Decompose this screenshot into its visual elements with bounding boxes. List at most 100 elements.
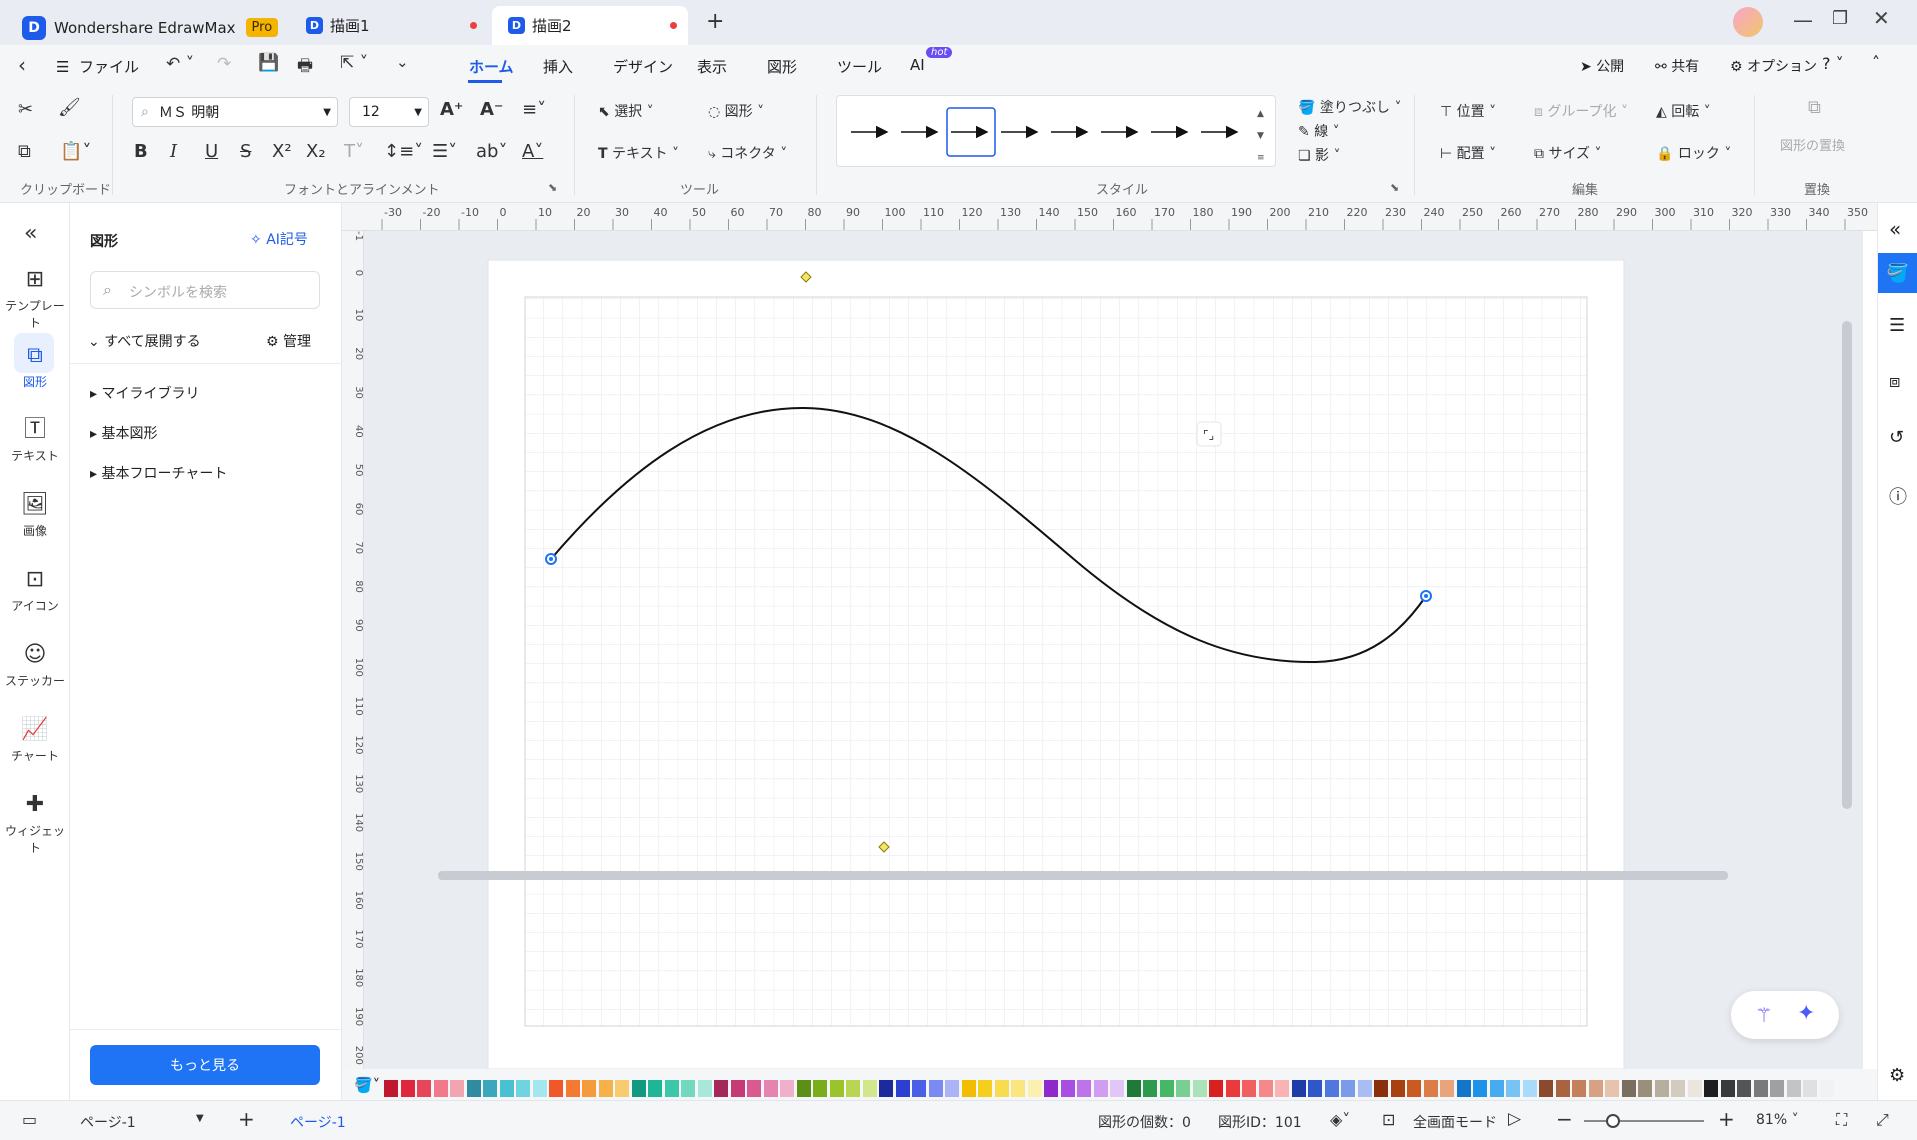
menu-design[interactable]: デザイン bbox=[613, 56, 673, 77]
color-swatch[interactable] bbox=[1324, 1080, 1339, 1097]
color-swatch[interactable] bbox=[796, 1080, 811, 1097]
color-swatch[interactable] bbox=[1687, 1080, 1702, 1097]
size-button[interactable]: ⧉ サイズ ˅ bbox=[1534, 143, 1602, 163]
color-swatch[interactable] bbox=[1588, 1080, 1603, 1097]
text-case-icon[interactable]: T˅ bbox=[344, 141, 364, 162]
color-swatch[interactable] bbox=[763, 1080, 778, 1097]
fill-bucket-icon[interactable]: 🪣˅ bbox=[354, 1076, 380, 1094]
color-swatch[interactable] bbox=[400, 1080, 415, 1097]
color-swatch[interactable] bbox=[1786, 1080, 1801, 1097]
color-swatch[interactable] bbox=[532, 1080, 547, 1097]
color-swatch[interactable] bbox=[1456, 1080, 1471, 1097]
zoom-slider[interactable] bbox=[1584, 1120, 1704, 1122]
color-swatch[interactable] bbox=[1258, 1080, 1273, 1097]
color-swatch[interactable] bbox=[516, 1080, 530, 1097]
sidebar-item-widget[interactable]: ✚ ウィジェット bbox=[0, 792, 70, 856]
copy-icon[interactable]: ⧉ bbox=[18, 141, 31, 162]
settings-gear-icon[interactable]: ⚙ bbox=[1889, 1065, 1905, 1086]
color-swatch[interactable] bbox=[1737, 1080, 1751, 1097]
color-swatch[interactable] bbox=[1027, 1080, 1042, 1097]
color-swatch[interactable] bbox=[1192, 1080, 1207, 1097]
color-swatch[interactable] bbox=[1060, 1080, 1075, 1097]
color-swatch[interactable] bbox=[1819, 1080, 1834, 1097]
color-swatch[interactable] bbox=[549, 1080, 563, 1097]
close-icon[interactable]: ✕ bbox=[1873, 6, 1890, 30]
collapse-ribbon-icon[interactable]: ˄ bbox=[1872, 53, 1880, 72]
color-swatch[interactable] bbox=[1605, 1080, 1619, 1097]
underline-icon[interactable]: U bbox=[205, 141, 218, 162]
color-swatch[interactable] bbox=[1555, 1080, 1570, 1097]
color-swatch[interactable] bbox=[1473, 1080, 1487, 1097]
tab-drawing-2[interactable]: D 描画2 bbox=[492, 6, 688, 45]
zoom-in-icon[interactable]: + bbox=[1718, 1107, 1735, 1131]
color-swatch[interactable] bbox=[1291, 1080, 1306, 1097]
color-swatch[interactable] bbox=[1522, 1080, 1537, 1097]
bullet-list-icon[interactable]: ☰˅ bbox=[432, 141, 457, 162]
color-swatch[interactable] bbox=[1671, 1080, 1685, 1097]
color-swatch[interactable] bbox=[565, 1080, 580, 1097]
color-swatch[interactable] bbox=[730, 1080, 745, 1097]
color-swatch[interactable] bbox=[978, 1080, 992, 1097]
color-swatch[interactable] bbox=[1044, 1080, 1058, 1097]
color-swatch[interactable] bbox=[714, 1080, 728, 1097]
color-swatch[interactable] bbox=[862, 1080, 877, 1097]
color-swatch[interactable] bbox=[1011, 1080, 1025, 1097]
fullscreen-mode-button[interactable]: 全画面モード bbox=[1413, 1112, 1497, 1132]
page-tab-active[interactable]: ページ-1 bbox=[290, 1112, 346, 1132]
color-swatch[interactable] bbox=[664, 1080, 679, 1097]
color-swatch[interactable] bbox=[1803, 1080, 1817, 1097]
rotate-button[interactable]: ◭ 回転 ˅ bbox=[1656, 101, 1711, 121]
color-swatch[interactable] bbox=[499, 1080, 514, 1097]
color-swatch[interactable] bbox=[1275, 1080, 1289, 1097]
color-swatch[interactable] bbox=[961, 1080, 976, 1097]
color-swatch[interactable] bbox=[1390, 1080, 1405, 1097]
decrease-font-icon[interactable]: A⁻ bbox=[480, 99, 503, 120]
select-tool[interactable]: ⬉ 選択 ˅ bbox=[598, 101, 654, 121]
zoom-level[interactable]: 81% ˅ bbox=[1756, 1112, 1799, 1128]
sidebar-item-image[interactable]: 🖼 画像 bbox=[0, 492, 70, 539]
color-swatch[interactable] bbox=[615, 1080, 629, 1097]
color-swatch[interactable] bbox=[1423, 1080, 1438, 1097]
collapse-sidebar-icon[interactable]: « bbox=[24, 221, 37, 246]
ai-sparkle-icon[interactable]: ✦ bbox=[1797, 1001, 1815, 1026]
magic-wand-icon[interactable]: ⚚ bbox=[1755, 1003, 1773, 1027]
color-swatch[interactable] bbox=[846, 1080, 860, 1097]
align-button[interactable]: ⊢ 配置 ˅ bbox=[1440, 143, 1496, 163]
color-swatch[interactable] bbox=[945, 1080, 959, 1097]
color-swatch[interactable] bbox=[483, 1080, 497, 1097]
shadow-button[interactable]: ❏ 影 ˅ bbox=[1298, 145, 1340, 165]
tab-drawing-1[interactable]: D 描画1 bbox=[290, 6, 490, 45]
cut-icon[interactable]: ✂ bbox=[18, 99, 33, 120]
dialog-launcher-icon[interactable]: ⬊ bbox=[548, 181, 557, 194]
color-swatch[interactable] bbox=[1654, 1080, 1669, 1097]
sidebar-item-shapes[interactable]: ⧉ 図形 bbox=[0, 343, 70, 390]
color-swatch[interactable] bbox=[780, 1080, 794, 1097]
page-properties-icon[interactable]: ☰ bbox=[1889, 315, 1905, 336]
library-basic-shapes[interactable]: ▸ 基本図形 bbox=[90, 423, 157, 443]
color-swatch[interactable] bbox=[450, 1080, 464, 1097]
library-basic-flowchart[interactable]: ▸ 基本フローチャート bbox=[90, 463, 227, 483]
restore-icon[interactable]: ❐ bbox=[1832, 8, 1848, 29]
color-swatch[interactable] bbox=[994, 1080, 1009, 1097]
publish-button[interactable]: ➤ 公開 bbox=[1580, 56, 1624, 76]
color-swatch[interactable] bbox=[582, 1080, 596, 1097]
color-swatch[interactable] bbox=[1159, 1080, 1174, 1097]
color-swatch[interactable] bbox=[466, 1080, 481, 1097]
menu-shape[interactable]: 図形 bbox=[767, 56, 797, 77]
chevron-down-icon[interactable]: ▼ bbox=[196, 1113, 204, 1124]
strikethrough-icon[interactable]: S bbox=[240, 141, 251, 162]
vertical-scrollbar[interactable] bbox=[1842, 321, 1852, 809]
color-swatch[interactable] bbox=[1341, 1080, 1355, 1097]
color-swatch[interactable] bbox=[813, 1080, 827, 1097]
menu-home[interactable]: ホーム bbox=[469, 56, 514, 77]
page-layout-icon[interactable]: ▭ bbox=[22, 1110, 37, 1129]
subscript-icon[interactable]: X₂ bbox=[306, 141, 326, 162]
color-swatch[interactable] bbox=[384, 1080, 398, 1097]
play-icon[interactable]: ▷ bbox=[1508, 1109, 1521, 1129]
back-arrow-icon[interactable]: ‹ bbox=[18, 53, 26, 77]
text-tool[interactable]: T テキスト ˅ bbox=[598, 143, 679, 163]
line-button[interactable]: ✎ 線 ˅ bbox=[1298, 121, 1340, 141]
history-icon[interactable]: ↺ bbox=[1889, 427, 1904, 448]
redo-icon[interactable]: ↷ bbox=[217, 54, 231, 74]
file-menu[interactable]: ☰ ファイル bbox=[56, 56, 139, 77]
